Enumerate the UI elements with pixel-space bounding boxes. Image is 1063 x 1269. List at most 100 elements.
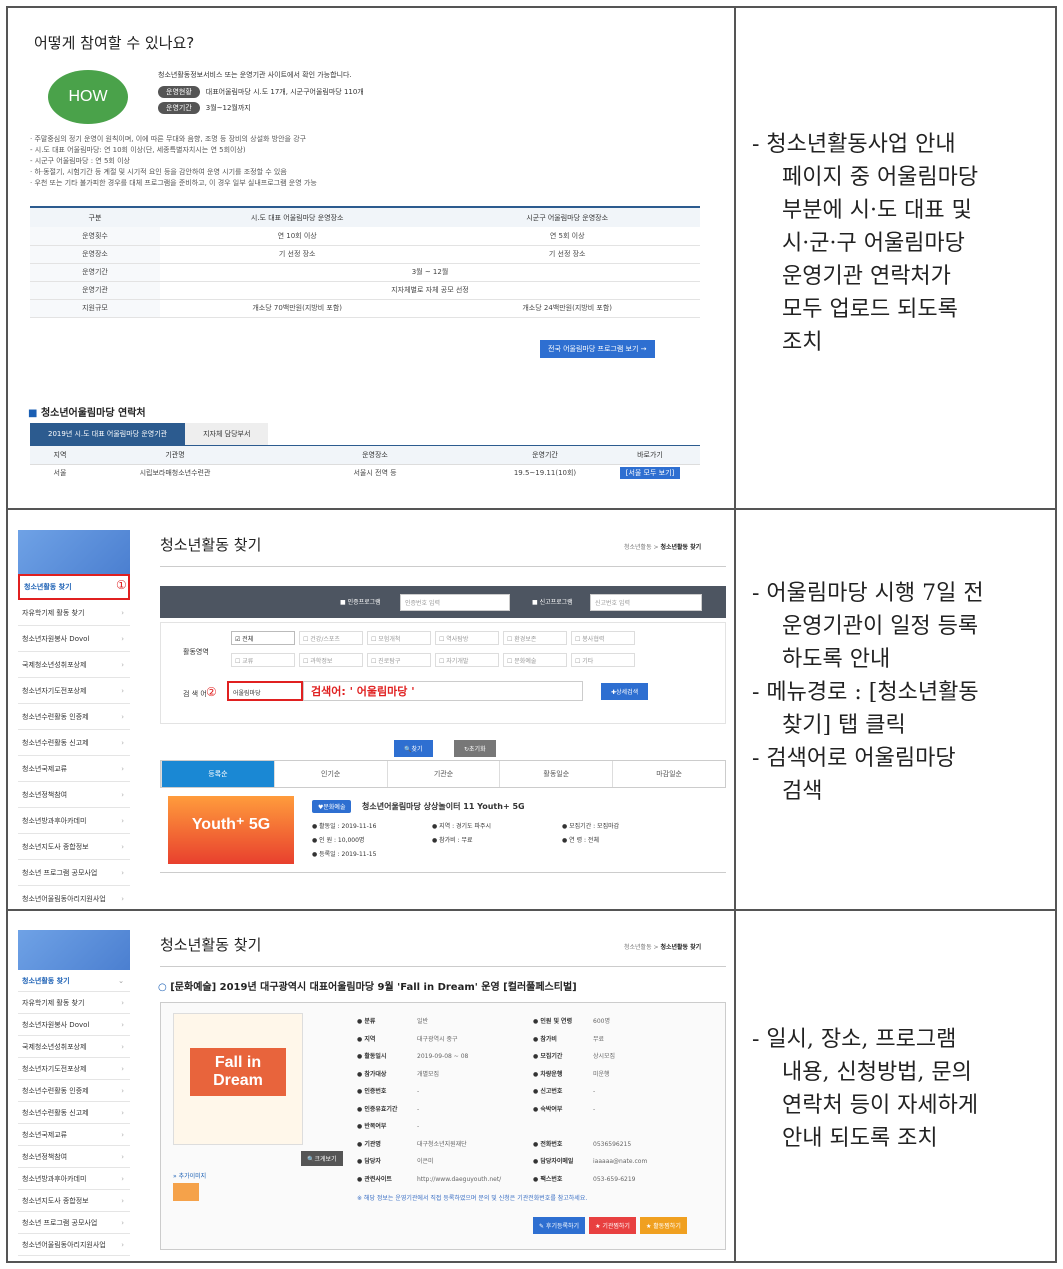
sidebar-item-label: 청소년국제교류 — [22, 764, 68, 773]
sidebar-item[interactable]: 청소년어울림동아리지원사업 › — [18, 886, 130, 904]
sidebar-item[interactable]: 청소년정책참여 › — [18, 1146, 130, 1168]
result-title[interactable]: 청소년어울림마당 상상놀이터 11 Youth+ 5G — [362, 802, 525, 811]
enlarge-button[interactable]: 🔍크게보기 — [301, 1151, 343, 1166]
tab-registration-order[interactable]: 등록순 — [161, 761, 274, 787]
table-cell: [서울 모두 보기] — [600, 464, 700, 482]
tab-local-departments[interactable]: 지자체 담당부서 — [185, 423, 269, 445]
sidebar-item[interactable]: 자유학기제 활동 찾기 › — [18, 992, 130, 1014]
tab-activity-date-order[interactable]: 활동일순 — [499, 761, 612, 787]
breadcrumb-home[interactable]: 청소년활동 > — [624, 944, 659, 951]
checkbox-volunteer[interactable]: ☐ 봉사협력 — [571, 631, 635, 645]
notes: · 주말중심의 정기 운영이 원칙이며, 이에 따른 무대와 음향, 조명 등 … — [30, 134, 317, 189]
program-view-button[interactable]: 전국 어울림마당 프로그램 보기 → — [540, 340, 655, 358]
checkbox-adventure[interactable]: ☐ 모험개척 — [367, 631, 431, 645]
checkbox-all[interactable]: ☑ 전체 — [231, 631, 295, 645]
checkbox-exchange[interactable]: ☐ 교류 — [231, 653, 295, 667]
write-review-button[interactable]: ✎ 후기등록하기 — [533, 1217, 586, 1234]
sidebar-item[interactable]: 청소년자기도전포상제 › — [18, 1058, 130, 1080]
sidebar-item[interactable]: 청소년자원봉사 Dovol › — [18, 1014, 130, 1036]
detail-poster-image[interactable]: Fall in Dream — [173, 1013, 303, 1145]
chevron-right-icon: › — [121, 1020, 124, 1029]
sidebar-item-activity-search[interactable]: 청소년활동 찾기 — [18, 574, 130, 600]
chevron-right-icon: › — [121, 1174, 124, 1183]
sidebar-item[interactable]: 청소년수련활동 신고제 › — [18, 1102, 130, 1124]
sidebar-item[interactable]: 청소년 프로그램 공모사업 › — [18, 860, 130, 886]
checkbox-history[interactable]: ☐ 역사탐방 — [435, 631, 499, 645]
sidebar-item[interactable]: 국제청소년성취포상제 › — [18, 1036, 130, 1058]
sidebar-item[interactable]: 청소년수련활동 인증제 › — [18, 1080, 130, 1102]
contact-title: ■ 청소년어울림마당 연락처 — [28, 404, 146, 419]
desc-line: - 청소년활동사업 안내 — [752, 132, 956, 157]
chevron-right-icon: › — [121, 608, 124, 617]
sidebar-item[interactable]: 청소년자기도전포상제 › — [18, 678, 130, 704]
favorite-activity-button[interactable]: ★ 활동찜하기 — [639, 1217, 687, 1234]
sidebar-item[interactable]: 청소년국제교류 › — [18, 1124, 130, 1146]
table-row: 운영기관 지자체별로 자체 공모 선정 — [30, 281, 700, 300]
detail-value: 미운행 — [593, 1070, 610, 1078]
checkbox-science[interactable]: ☐ 과학정보 — [299, 653, 363, 667]
more-images-label[interactable]: » 추가이미지 — [173, 1171, 206, 1180]
table-cell: 운영횟수 — [30, 227, 160, 246]
sidebar-item-label: 청소년수련활동 신고제 — [22, 1108, 89, 1117]
contact-table: 지역 기관명 운영장소 운영기간 바로가기 서울 시립보라매청소년수련관 서울시… — [30, 446, 700, 482]
tab-deadline-order[interactable]: 마감일순 — [612, 761, 725, 787]
sidebar-item-activity-search[interactable]: 청소년활동 찾기 ⌄ — [18, 970, 130, 992]
favorite-organization-button[interactable]: ★ 기관찜하기 — [589, 1217, 636, 1234]
sidebar-item[interactable]: 자유학기제 활동 찾기 › — [18, 600, 130, 626]
poster-title: Youth⁺ 5G — [191, 816, 271, 833]
tab-organization-order[interactable]: 기관순 — [386, 761, 500, 787]
related-site-link[interactable]: http://www.daeguyouth.net/ — [417, 1176, 501, 1183]
circle-icon: ○ — [158, 982, 171, 993]
details-left: ● 분류 일반 ● 지역 대구광역시 중구 ● 활동일시 2019-09-08 ~ 0… — [357, 1013, 501, 1188]
sidebar-item[interactable]: 청소년방과후아카데미 › — [18, 808, 130, 834]
sidebar-item[interactable]: 청소년지도사 종합정보 › — [18, 834, 130, 860]
sidebar-item-label: 청소년지도사 종합정보 — [22, 842, 89, 851]
sidebar-item[interactable]: 청소년어울림동아리지원사업 › — [18, 1234, 130, 1256]
desc-line: - 메뉴경로 : [청소년활동 — [752, 680, 979, 705]
detail-key: ● 반복여부 — [357, 1123, 387, 1130]
tab-metro-operators[interactable]: 2019년 시.도 대표 어울림마당 운영기관 — [30, 423, 186, 445]
chevron-right-icon: › — [121, 764, 124, 773]
detail-value: iaaaaa@nate.com — [593, 1158, 648, 1165]
sidebar-item[interactable]: 청소년수련활동 신고제 › — [18, 730, 130, 756]
table-cell: 서울 — [53, 469, 67, 478]
table-cell: 서울시 전역 등 — [353, 469, 397, 478]
page-title: 청소년활동 찾기 — [160, 536, 262, 554]
cert-number-input[interactable]: 인증번호 입력 — [400, 594, 510, 611]
tab-popularity-order[interactable]: 인기순 — [273, 761, 387, 787]
sidebar-item[interactable]: 국제청소년성취포상제 › — [18, 652, 130, 678]
table-header: 지역 — [30, 446, 90, 465]
chevron-right-icon: › — [121, 816, 124, 825]
more-image-thumbnail[interactable] — [173, 1183, 199, 1201]
sidebar-item[interactable]: 청소년자원봉사 Dovol › — [18, 626, 130, 652]
sidebar-item[interactable]: 청소년정책참여 › — [18, 782, 130, 808]
contact-tabs: 2019년 시.도 대표 어울림마당 운영기관 지자체 담당부서 — [30, 423, 700, 447]
view-all-seoul-button[interactable]: [서울 모두 보기] — [619, 467, 681, 480]
checkbox-health-sports[interactable]: ☐ 건강/스포츠 — [299, 631, 363, 645]
detail-search-button[interactable]: ✚상세검색 — [601, 683, 649, 700]
checkbox-other[interactable]: ☐ 기타 — [571, 653, 635, 667]
find-button[interactable]: 🔍찾기 — [394, 740, 433, 757]
sidebar-item[interactable]: 청소년방과후아카데미 › — [18, 1168, 130, 1190]
sidebar-item-label: 청소년자원봉사 Dovol — [22, 634, 90, 643]
checkbox-row-1: ☑ 전체 ☐ 건강/스포츠 ☐ 모험개척 ☐ 역사탐방 ☐ 환경보존 ☐ 봉사협력 — [231, 631, 639, 645]
sidebar-item[interactable]: 청소년국제교류 › — [18, 756, 130, 782]
sidebar-item[interactable]: 청소년지도사 종합정보 › — [18, 1190, 130, 1212]
detail-panel: Fall in Dream 🔍크게보기 » 추가이미지 ● 분류 일반 ● 지역 대… — [160, 1002, 726, 1250]
breadcrumb-home[interactable]: 청소년활동 > — [624, 544, 659, 551]
checkbox-culture-arts[interactable]: ☐ 문화예술 — [503, 653, 567, 667]
checkbox-environment[interactable]: ☐ 환경보존 — [503, 631, 567, 645]
desc-line: 부분에 시·도 대표 및 — [782, 198, 972, 223]
sidebar-item-label: 청소년활동 찾기 — [22, 976, 70, 985]
search-input[interactable]: 어울림마당 — [227, 681, 303, 701]
sidebar-header-image — [18, 930, 130, 970]
detail-row: ● 인증번호 - — [357, 1083, 501, 1101]
sidebar-item[interactable]: 청소년 프로그램 공모사업 › — [18, 1212, 130, 1234]
result-poster-image[interactable]: Youth⁺ 5G — [168, 796, 294, 864]
checkbox-self-development[interactable]: ☐ 자기개발 — [435, 653, 499, 667]
reset-button[interactable]: ↻초기화 — [454, 740, 496, 757]
sidebar-item[interactable]: 청소년수련활동 인증제 › — [18, 704, 130, 730]
report-number-input[interactable]: 신고번호 입력 — [590, 594, 702, 611]
detail-heading-text: [문화예술] 2019년 대구광역시 대표어울림마당 9월 'Fall in D… — [170, 982, 577, 993]
checkbox-career[interactable]: ☐ 진로탐구 — [367, 653, 431, 667]
